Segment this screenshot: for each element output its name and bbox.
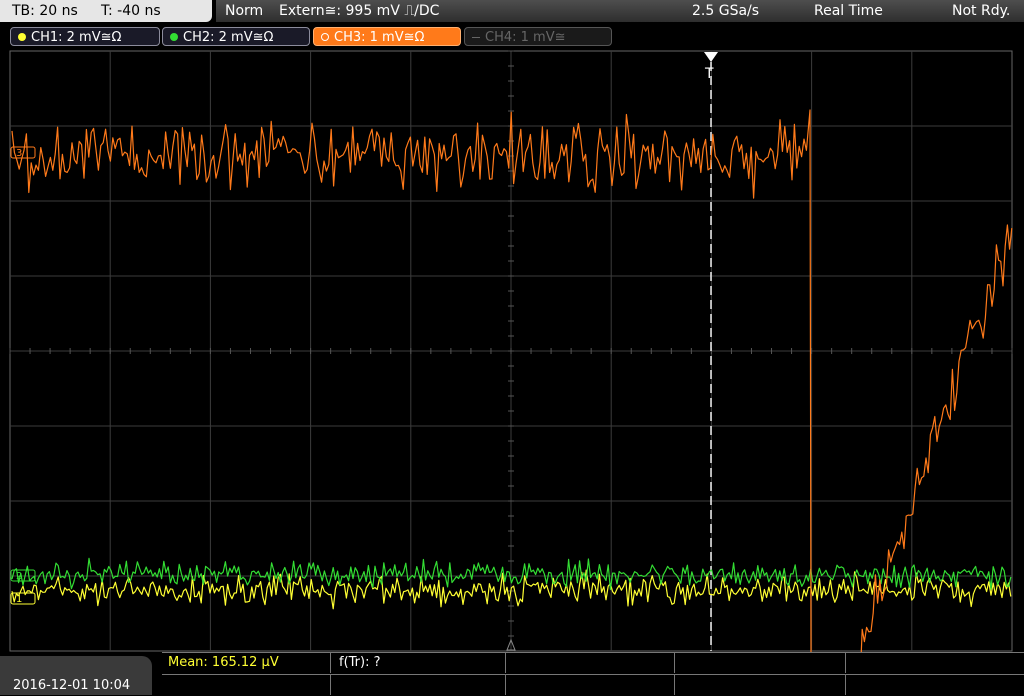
- bottom-bar: 2016-12-01 10:04 Mean: 165.12 µV f(Tr): …: [0, 652, 1024, 696]
- channel-3-button[interactable]: CH3: 1 mV≅Ω: [313, 27, 461, 46]
- trigger-source-label: Extern≅: 995 mV ⎍/DC: [279, 3, 440, 19]
- measurement-cell-freq[interactable]: f(Tr): ?: [331, 653, 506, 673]
- channel-2-indicator-icon: [170, 33, 178, 41]
- svg-text:3: 3: [16, 148, 22, 159]
- sample-rate-label: 2.5 GSa/s: [692, 3, 760, 19]
- trigger-offset-label: T: -40 ns: [101, 3, 161, 19]
- measurement-cell-mean[interactable]: Mean: 165.12 µV: [162, 653, 331, 673]
- measurement-cell-empty[interactable]: [675, 653, 846, 673]
- channel-1-label: CH1: 2 mV≅Ω: [31, 30, 122, 45]
- channel-1-button[interactable]: CH1: 2 mV≅Ω: [10, 27, 160, 46]
- svg-text:2: 2: [16, 571, 22, 582]
- channel-4-button[interactable]: CH4: 1 mV≅: [464, 27, 612, 46]
- run-status-label: Not Rdy.: [952, 3, 1011, 19]
- channel-3-label: CH3: 1 mV≅Ω: [334, 30, 425, 45]
- trigger-position-marker[interactable]: T: [704, 52, 718, 82]
- measurement-cell-empty[interactable]: [675, 675, 846, 695]
- svg-text:T: T: [704, 66, 714, 82]
- svg-text:1: 1: [16, 594, 22, 605]
- datetime-box: 2016-12-01 10:04: [0, 656, 152, 695]
- measurement-cell-empty[interactable]: [162, 675, 331, 695]
- measurement-cell-empty[interactable]: [506, 653, 675, 673]
- timebase-label: TB: 20 ns: [12, 3, 78, 19]
- channel-4-indicator-icon: [472, 37, 480, 38]
- datetime-label: 2016-12-01 10:04: [13, 678, 131, 693]
- channel-3-indicator-icon: [321, 33, 329, 41]
- channel-3-trace: [11, 109, 812, 652]
- channel-bar: CH1: 2 mV≅Ω CH2: 2 mV≅Ω CH3: 1 mV≅Ω CH4:…: [0, 25, 1024, 49]
- measurement-panel[interactable]: Mean: 165.12 µV f(Tr): ?: [162, 652, 1024, 696]
- waveform-graticule: 3 2 1 T: [9, 50, 1013, 652]
- trigger-mode-label: Norm: [225, 3, 264, 19]
- top-status-bar: TB: 20 ns T: -40 ns Norm Extern≅: 995 mV…: [0, 0, 1024, 24]
- channel-1-indicator-icon: [18, 33, 26, 41]
- mean-measurement: Mean: 165.12 µV: [168, 655, 279, 670]
- measurement-cell-empty[interactable]: [331, 675, 506, 695]
- acquisition-status-bar[interactable]: Norm Extern≅: 995 mV ⎍/DC 2.5 GSa/s Real…: [216, 0, 1024, 22]
- trigger-frequency-measurement: f(Tr): ?: [339, 655, 381, 670]
- waveform-display[interactable]: 3 2 1 T: [0, 50, 1024, 652]
- measurement-cell-empty[interactable]: [506, 675, 675, 695]
- channel-2-button[interactable]: CH2: 2 mV≅Ω: [162, 27, 310, 46]
- channel-2-label: CH2: 2 mV≅Ω: [183, 30, 274, 45]
- acquisition-mode-label: Real Time: [814, 3, 883, 19]
- channel-4-label: CH4: 1 mV≅: [485, 30, 566, 45]
- timebase-box[interactable]: TB: 20 ns T: -40 ns: [0, 0, 212, 22]
